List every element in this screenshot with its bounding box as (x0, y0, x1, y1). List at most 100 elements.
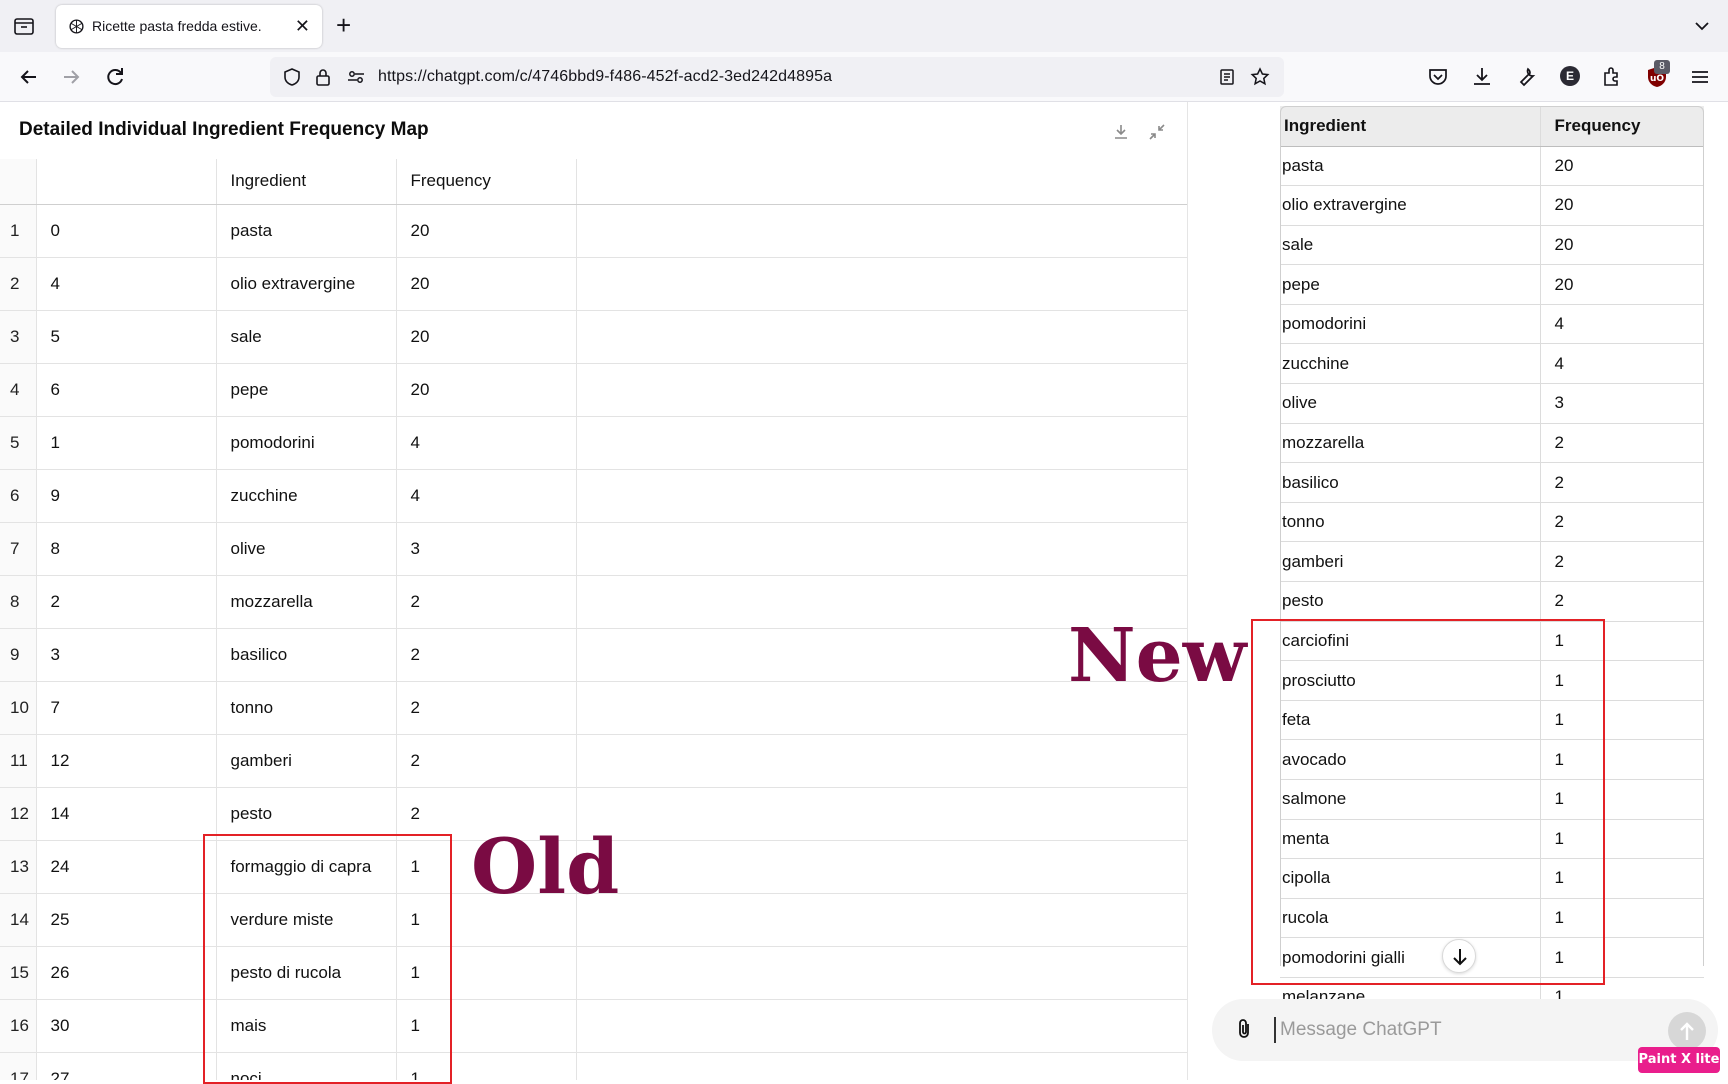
frequency-cell[interactable]: 20 (396, 363, 577, 417)
row-number-cell[interactable]: 2 (0, 257, 37, 311)
table-row[interactable]: 3 5 sale 20 (0, 310, 1187, 364)
index-cell[interactable]: 24 (36, 840, 217, 894)
download-icon[interactable] (1111, 122, 1131, 142)
row-number-cell[interactable]: 9 (0, 628, 37, 682)
chevron-down-icon[interactable] (1692, 16, 1712, 36)
row-number-cell[interactable]: 14 (0, 893, 37, 947)
index-cell[interactable]: 27 (36, 1052, 217, 1080)
frequency-cell[interactable]: 20 (396, 204, 577, 258)
send-button[interactable] (1668, 1012, 1706, 1050)
ingredient-cell[interactable]: tonno (216, 681, 397, 735)
index-cell[interactable]: 25 (36, 893, 217, 947)
index-cell[interactable]: 0 (36, 204, 217, 258)
ingredient-column-header[interactable]: Ingredient (216, 159, 397, 205)
table-row[interactable]: 15 26 pesto di rucola 1 (0, 946, 1187, 1000)
row-number-cell[interactable]: 15 (0, 946, 37, 1000)
frequency-cell[interactable]: 2 (396, 681, 577, 735)
forward-arrow-icon[interactable] (58, 64, 84, 90)
table-row[interactable]: 1 0 pasta 20 (0, 204, 1187, 258)
row-number-cell[interactable]: 11 (0, 734, 37, 788)
table-row[interactable]: 6 9 zucchine 4 (0, 469, 1187, 523)
shield-icon[interactable] (282, 67, 302, 87)
index-cell[interactable]: 2 (36, 575, 217, 629)
ingredient-cell[interactable]: olio extravergine (216, 257, 397, 311)
frequency-cell[interactable]: 2 (396, 734, 577, 788)
index-cell[interactable]: 1 (36, 416, 217, 470)
index-column-header[interactable] (36, 159, 217, 205)
index-cell[interactable]: 26 (36, 946, 217, 1000)
row-number-cell[interactable]: 5 (0, 416, 37, 470)
extension-e-icon[interactable]: E (1560, 66, 1580, 86)
ingredient-cell[interactable]: zucchine (216, 469, 397, 523)
back-arrow-icon[interactable] (16, 64, 42, 90)
table-row[interactable]: 11 12 gamberi 2 (0, 734, 1187, 788)
row-number-cell[interactable]: 3 (0, 310, 37, 364)
row-number-cell[interactable]: 17 (0, 1052, 37, 1080)
index-cell[interactable]: 7 (36, 681, 217, 735)
ingredient-cell[interactable]: basilico (216, 628, 397, 682)
active-tab[interactable]: Ricette pasta fredda estive. ✕ (56, 5, 322, 48)
row-number-cell[interactable]: 7 (0, 522, 37, 576)
bookmark-star-icon[interactable] (1250, 67, 1270, 87)
frequency-cell[interactable]: 20 (396, 310, 577, 364)
index-cell[interactable]: 5 (36, 310, 217, 364)
ingredient-cell[interactable]: sale (216, 310, 397, 364)
ingredient-cell[interactable]: pepe (216, 363, 397, 417)
row-number-cell[interactable]: 1 (0, 204, 37, 258)
table-row[interactable]: 2 4 olio extravergine 20 (0, 257, 1187, 311)
row-number-cell[interactable]: 6 (0, 469, 37, 523)
table-row[interactable]: 9 3 basilico 2 (0, 628, 1187, 682)
downloads-icon[interactable] (1470, 65, 1494, 89)
frequency-column-header[interactable]: Frequency (396, 159, 577, 205)
row-number-cell[interactable]: 12 (0, 787, 37, 841)
paperclip-icon[interactable] (1232, 1017, 1256, 1041)
ingredient-cell[interactable]: mozzarella (216, 575, 397, 629)
table-row[interactable]: 16 30 mais 1 (0, 999, 1187, 1053)
index-cell[interactable]: 6 (36, 363, 217, 417)
hamburger-menu-icon[interactable] (1688, 65, 1712, 89)
table-row[interactable]: 5 1 pomodorini 4 (0, 416, 1187, 470)
ingredient-cell[interactable]: pasta (216, 204, 397, 258)
index-cell[interactable]: 3 (36, 628, 217, 682)
index-cell[interactable]: 12 (36, 734, 217, 788)
frequency-cell[interactable]: 20 (396, 257, 577, 311)
tab-close-icon[interactable]: ✕ (295, 16, 310, 36)
pocket-icon[interactable] (1426, 65, 1450, 89)
index-cell[interactable]: 8 (36, 522, 217, 576)
ingredient-cell[interactable]: pomodorini (216, 416, 397, 470)
ingredient-cell[interactable]: gamberi (216, 734, 397, 788)
frequency-cell[interactable]: 2 (396, 575, 577, 629)
row-number-cell[interactable]: 10 (0, 681, 37, 735)
frequency-cell[interactable]: 3 (396, 522, 577, 576)
table-row[interactable]: 4 6 pepe 20 (0, 363, 1187, 417)
table-row[interactable]: 7 8 olive 3 (0, 522, 1187, 576)
frequency-cell[interactable]: 4 (396, 416, 577, 470)
table-row[interactable]: 8 2 mozzarella 2 (0, 575, 1187, 629)
row-number-cell[interactable]: 8 (0, 575, 37, 629)
index-cell[interactable]: 30 (36, 999, 217, 1053)
row-number-cell[interactable]: 4 (0, 363, 37, 417)
row-number-cell[interactable]: 16 (0, 999, 37, 1053)
reload-icon[interactable] (102, 64, 128, 90)
table-row[interactable]: 17 27 noci 1 (0, 1052, 1187, 1080)
url-text[interactable]: https://chatgpt.com/c/4746bbd9-f486-452f… (378, 68, 832, 86)
wrench-icon[interactable] (1514, 65, 1538, 89)
message-input[interactable] (1274, 1017, 1634, 1043)
collapse-icon[interactable] (1147, 122, 1167, 142)
index-cell[interactable]: 9 (36, 469, 217, 523)
site-permissions-icon[interactable] (346, 67, 366, 87)
index-cell[interactable]: 4 (36, 257, 217, 311)
address-bar[interactable]: https://chatgpt.com/c/4746bbd9-f486-452f… (270, 57, 1284, 97)
tab-list-icon[interactable] (12, 14, 36, 38)
index-cell[interactable]: 14 (36, 787, 217, 841)
lock-icon[interactable] (313, 67, 333, 87)
row-number-cell[interactable]: 13 (0, 840, 37, 894)
frequency-cell[interactable]: 4 (396, 469, 577, 523)
new-tab-button[interactable]: + (336, 12, 351, 38)
table-row[interactable]: 10 7 tonno 2 (0, 681, 1187, 735)
ingredient-cell[interactable]: olive (216, 522, 397, 576)
extensions-puzzle-icon[interactable] (1600, 65, 1624, 89)
frequency-cell[interactable]: 2 (396, 628, 577, 682)
reader-view-icon[interactable] (1217, 67, 1237, 87)
ingredient-cell[interactable]: pesto (216, 787, 397, 841)
